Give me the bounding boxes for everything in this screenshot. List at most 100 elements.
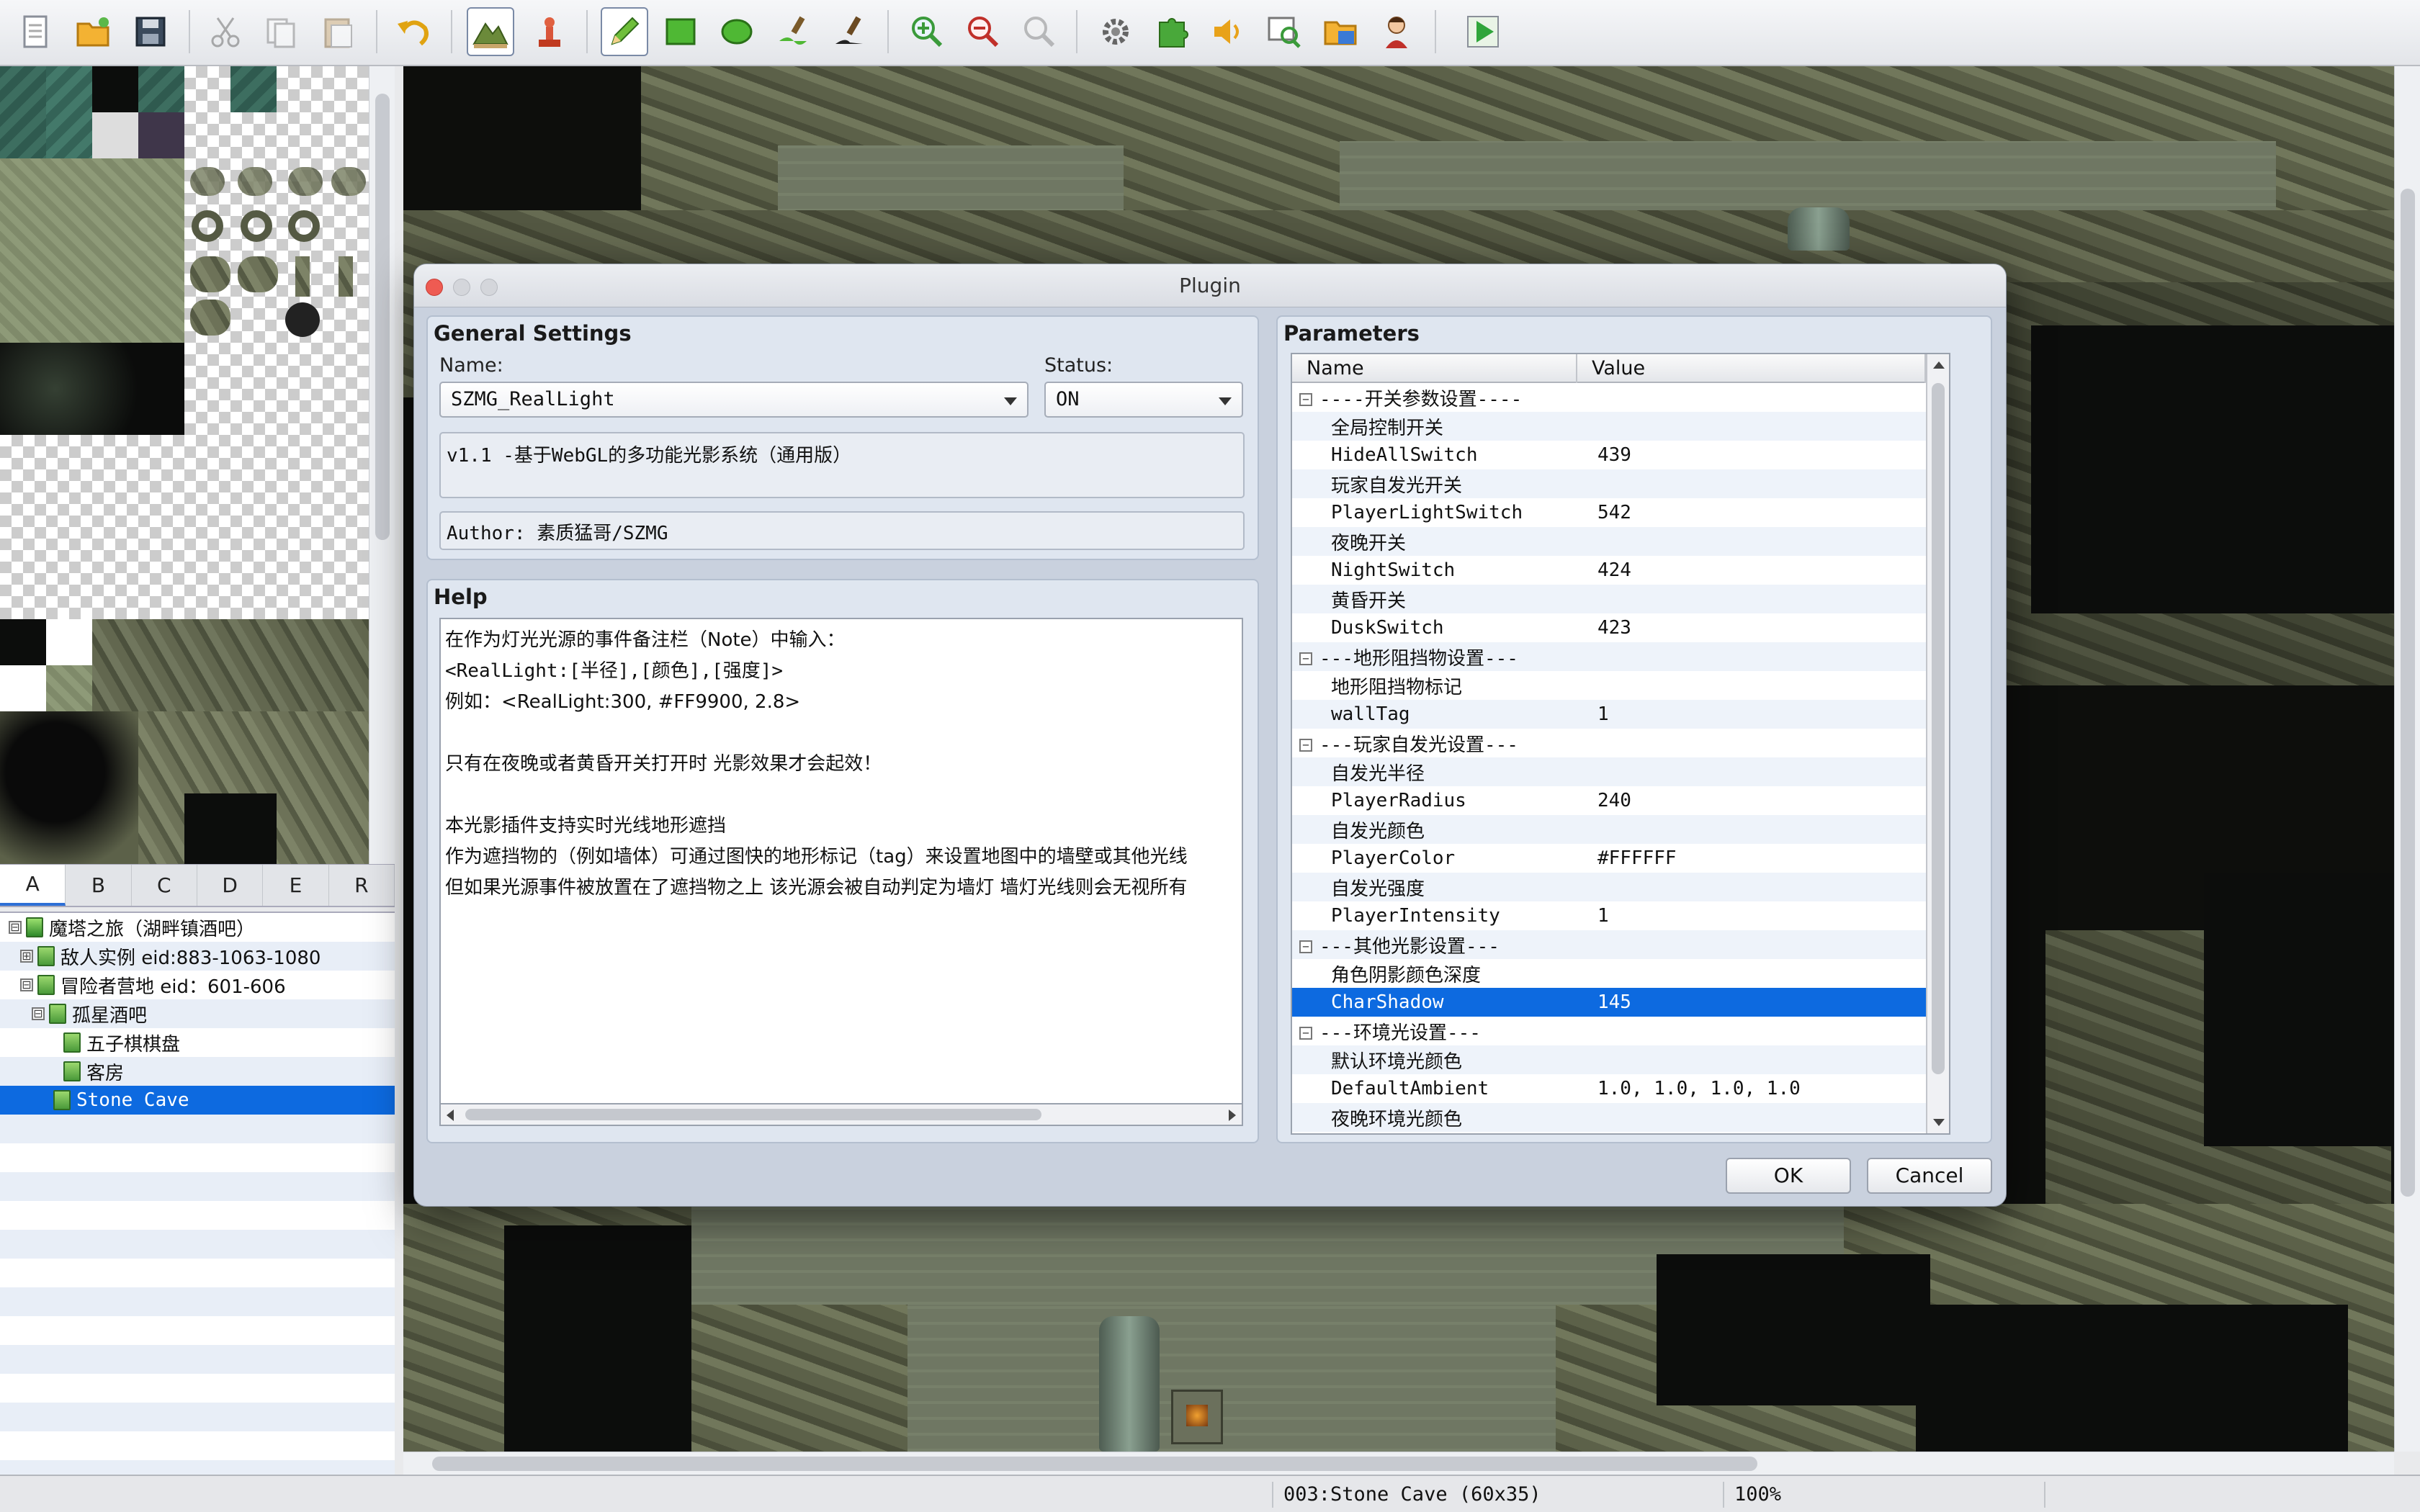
parameter-value[interactable]: 1.0, 1.0, 1.0, 1.0 [1597,1078,1801,1099]
collapse-icon[interactable]: − [1299,940,1312,953]
rectangle-icon[interactable] [657,7,704,56]
parameter-row[interactable]: 自发光强度 [1292,873,1926,901]
parameter-value[interactable]: 240 [1597,790,1631,811]
flood-fill-icon[interactable] [769,7,817,56]
new-project-icon[interactable] [13,7,60,56]
status-select[interactable]: ON [1044,382,1243,418]
tileset-palette[interactable] [0,66,395,864]
collapse-icon[interactable]: − [1299,652,1312,665]
tileset-tab-e[interactable]: E [263,865,329,906]
parameter-value[interactable]: 424 [1597,559,1631,581]
map-mode-icon[interactable] [467,7,514,56]
save-project-icon[interactable] [127,7,174,56]
parameter-group-row[interactable]: − ---其他光影设置--- [1292,930,1926,959]
character-generator-icon[interactable] [1373,7,1420,56]
parameter-row[interactable]: DefaultAmbient 1.0, 1.0, 1.0, 1.0 [1292,1074,1926,1103]
parameter-value[interactable]: 423 [1597,617,1631,639]
parameter-row[interactable]: 全局控制开关 [1292,412,1926,441]
scroll-right-icon[interactable] [1229,1110,1236,1121]
parameter-value[interactable]: 1 [1597,905,1609,927]
help-horizontal-scrollbar[interactable] [439,1104,1243,1126]
parameter-group-row[interactable]: − ---地形阻挡物设置--- [1292,642,1926,671]
parameter-row[interactable]: PlayerColor #FFFFFF [1292,844,1926,873]
parameter-row[interactable]: PlayerRadius 240 [1292,786,1926,815]
parameter-row[interactable]: PlayerLightSwitch 542 [1292,498,1926,527]
tileset-tab-d[interactable]: D [197,865,264,906]
ellipse-icon[interactable] [713,7,761,56]
parameter-group-row[interactable]: − ----开关参数设置---- [1292,383,1926,412]
paste-icon[interactable] [314,7,362,56]
tileset-tab-c[interactable]: C [132,865,197,906]
map-tree-item[interactable]: ⊟ 魔塔之旅（湖畔镇酒吧） [0,913,395,942]
tileset-tab-r[interactable]: R [329,865,395,906]
column-header-value[interactable]: Value [1577,354,1926,383]
parameter-group-row[interactable]: − ---玩家自发光设置--- [1292,729,1926,757]
parameter-group-row[interactable]: − ---环境光设置--- [1292,1017,1926,1045]
maximize-window-icon[interactable] [480,279,498,296]
map-tree-item[interactable]: 五子棋棋盘 [0,1028,395,1057]
map-tree-item[interactable]: ⊟ 孤星酒吧 [0,999,395,1028]
map-tree-item[interactable]: ⊞ 敌人实例 eid:883-1063-1080 [0,942,395,971]
parameter-row[interactable]: HideAllSwitch 439 [1292,441,1926,469]
plugin-manager-icon[interactable] [1148,7,1196,56]
database-icon[interactable] [1092,7,1139,56]
cancel-button[interactable]: Cancel [1867,1158,1992,1194]
collapse-icon[interactable]: − [1299,1027,1312,1040]
expand-icon[interactable]: ⊞ [20,950,33,963]
minimize-window-icon[interactable] [453,279,470,296]
parameter-row[interactable]: 自发光颜色 [1292,815,1926,844]
playtest-icon[interactable] [1459,7,1507,56]
zoom-out-icon[interactable] [959,7,1007,56]
map-tree-item-selected[interactable]: Stone Cave [0,1086,395,1115]
parameter-row[interactable]: 夜晚开关 [1292,527,1926,556]
parameter-value[interactable]: 1 [1597,703,1609,725]
tileset-vertical-scrollbar[interactable] [369,66,395,864]
collapse-icon[interactable]: ⊟ [32,1007,45,1020]
tileset-tab-a[interactable]: A [0,865,66,906]
undo-icon[interactable] [389,7,436,56]
close-window-icon[interactable] [426,279,443,296]
parameter-row[interactable]: wallTag 1 [1292,700,1926,729]
pencil-icon[interactable] [601,7,648,56]
scroll-up-icon[interactable] [1933,361,1945,369]
actual-size-icon[interactable] [1016,7,1063,56]
event-mode-icon[interactable] [526,7,573,56]
tileset-tab-b[interactable]: B [66,865,132,906]
map-vertical-scrollbar[interactable] [2394,66,2420,1452]
zoom-in-icon[interactable] [903,7,951,56]
parameter-row[interactable]: DuskSwitch 423 [1292,613,1926,642]
map-tree-item[interactable]: 客房 [0,1057,395,1086]
map-tree-item[interactable]: ⊟ 冒险者营地 eid：601-606 [0,971,395,999]
parameter-row[interactable]: 夜晚环境光颜色 [1292,1103,1926,1132]
parameter-value[interactable]: #FFFFFF [1597,847,1677,869]
parameter-value[interactable]: 439 [1597,444,1631,466]
parameter-row[interactable]: 地形阻挡物标记 [1292,671,1926,700]
parameter-row[interactable]: CharShadow 145 [1292,988,1926,1017]
parameter-row[interactable]: 玩家自发光开关 [1292,469,1926,498]
plugin-name-select[interactable]: SZMG_RealLight [439,382,1028,418]
sound-test-icon[interactable] [1204,7,1252,56]
parameter-value[interactable]: 145 [1597,991,1631,1013]
scroll-left-icon[interactable] [447,1110,454,1121]
parameter-row[interactable]: PlayerIntensity 1 [1292,901,1926,930]
help-text-area[interactable]: 在作为灯光光源的事件备注栏（Note）中输入： <RealLight:[半径],… [439,618,1243,1104]
parameter-row[interactable]: NightSwitch 424 [1292,556,1926,585]
parameter-row[interactable]: 角色阴影颜色深度 [1292,959,1926,988]
cut-icon[interactable] [202,7,249,56]
column-header-name[interactable]: Name [1292,354,1577,383]
parameter-row[interactable]: 自发光半径 [1292,757,1926,786]
map-horizontal-scrollbar[interactable] [403,1452,2394,1475]
parameter-row[interactable]: 黄昏开关 [1292,585,1926,613]
event-searcher-icon[interactable] [1260,7,1308,56]
open-project-icon[interactable] [69,7,117,56]
copy-icon[interactable] [258,7,305,56]
parameter-value[interactable]: 542 [1597,502,1631,523]
parameter-row[interactable]: 默认环境光颜色 [1292,1045,1926,1074]
ok-button[interactable]: OK [1726,1158,1851,1194]
parameters-vertical-scrollbar[interactable] [1926,354,1949,1133]
collapse-icon[interactable]: ⊟ [9,921,22,934]
collapse-icon[interactable]: ⊟ [20,978,33,991]
resource-manager-icon[interactable] [1317,7,1364,56]
scroll-down-icon[interactable] [1933,1119,1945,1126]
shadow-pen-icon[interactable] [825,7,873,56]
